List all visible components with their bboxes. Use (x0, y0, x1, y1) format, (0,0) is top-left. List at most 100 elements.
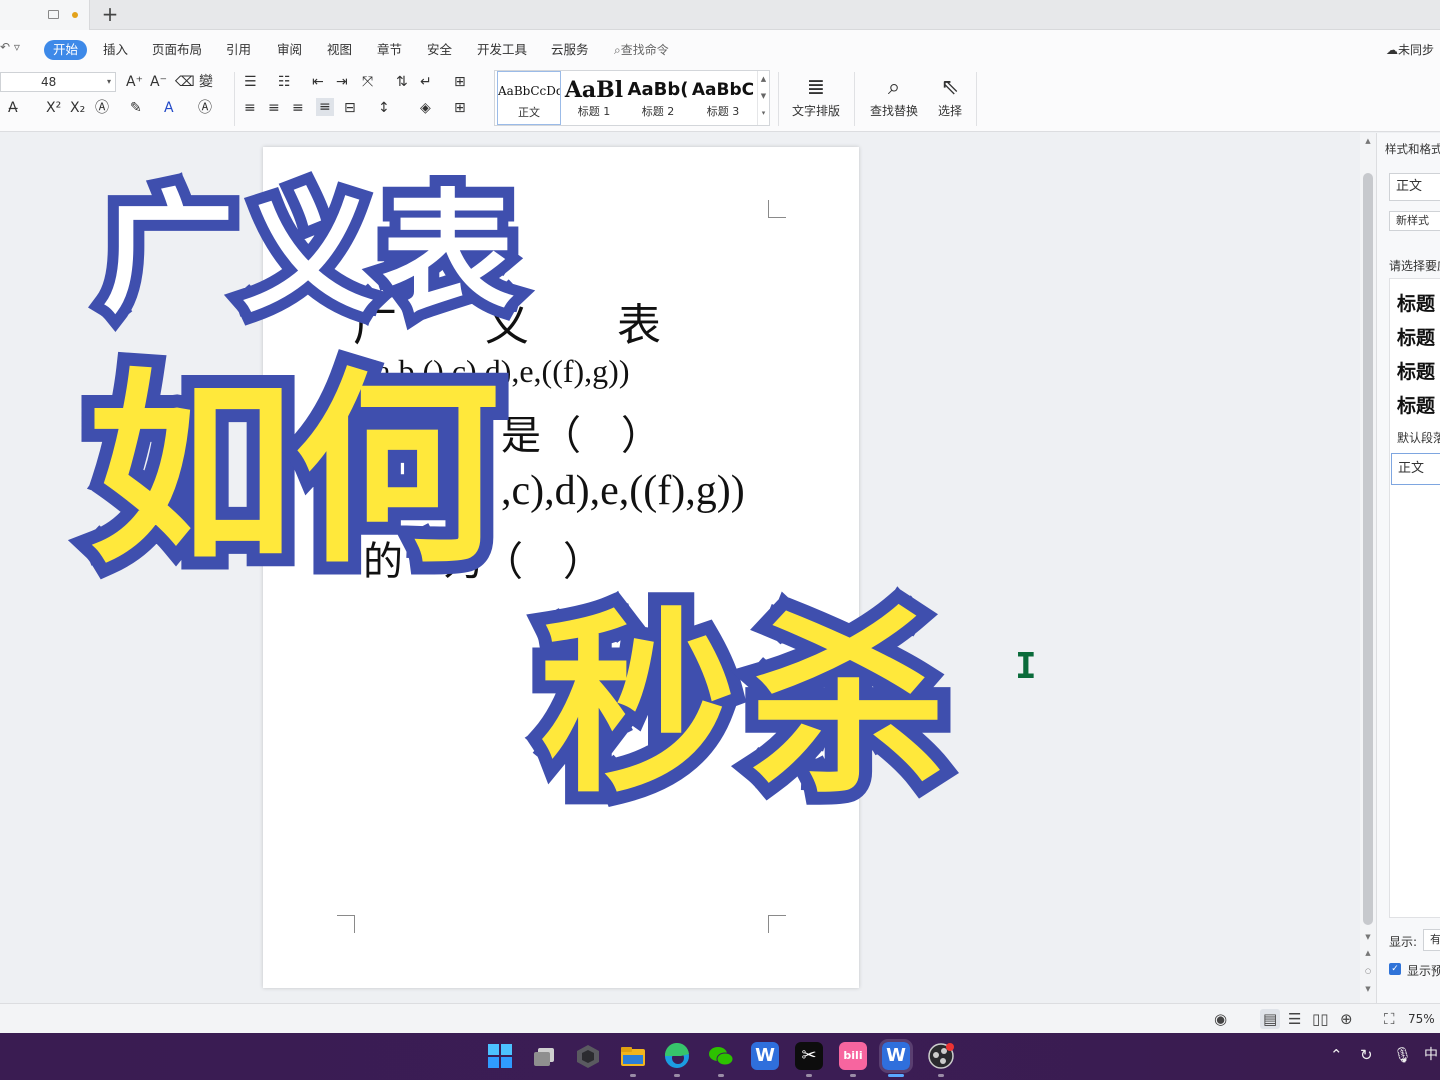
align-right-icon[interactable]: ≡ (292, 100, 304, 116)
sync-status[interactable]: ☁未同步 (1386, 40, 1434, 60)
style-list-item[interactable]: 默认段落字体 (1397, 429, 1440, 446)
web-view-icon[interactable]: ⊕ (1340, 1009, 1353, 1029)
next-page-icon[interactable]: ▼ (1360, 985, 1376, 993)
taskbar-obs[interactable] (927, 1042, 955, 1070)
style-list-item[interactable]: 标题 (1397, 323, 1435, 350)
decrease-indent-icon[interactable]: ⇤ (312, 74, 324, 90)
zoom-level[interactable]: 75% (1408, 1011, 1435, 1027)
style-normal[interactable]: AaBbCcDd 正文 (497, 71, 561, 125)
menu-section[interactable]: 章节 (377, 40, 402, 60)
para-mark-icon[interactable]: ↵ (420, 74, 432, 90)
checkbox-checked-icon[interactable]: ✓ (1389, 963, 1401, 975)
numbered-list-icon[interactable]: ☷ (278, 74, 291, 90)
clear-format-icon[interactable]: ⌫ (175, 74, 195, 90)
subscript-icon[interactable]: X₂ (70, 100, 85, 116)
text-effect-icon[interactable]: Ⓐ (95, 100, 109, 116)
new-tab-button[interactable]: + (100, 2, 120, 28)
document-tab[interactable] (0, 0, 90, 30)
wechat-icon (709, 1047, 734, 1066)
shading-icon[interactable]: ◈ (420, 100, 431, 116)
style-heading-3[interactable]: AaBbC 标题 3 (691, 71, 755, 125)
line-spacing-icon[interactable]: ↕ (378, 100, 390, 116)
select-button[interactable]: ⇖ 选择 (932, 72, 968, 118)
style-name: 标题 3 (706, 105, 740, 118)
taskbar-capcut[interactable]: ✂ (795, 1042, 823, 1070)
outline-view-icon[interactable]: ☰ (1288, 1009, 1301, 1029)
scroll-down-icon[interactable]: ▼ (1360, 933, 1376, 941)
shrink-font-icon[interactable]: A⁻ (150, 74, 167, 90)
align-left-icon[interactable]: ≡ (244, 100, 256, 116)
font-color-icon[interactable]: A (164, 100, 174, 116)
text-cursor-icon: I (1015, 646, 1037, 687)
align-center-icon[interactable]: ≡ (268, 100, 280, 116)
taskbar-wps-writer[interactable]: W (751, 1042, 779, 1070)
menu-cloud[interactable]: 云服务 (551, 40, 589, 60)
sort-icon[interactable]: ⇅ (396, 74, 408, 90)
taskbar-app-cube[interactable] (574, 1042, 602, 1070)
command-search[interactable]: ⌕查找命令 (614, 40, 669, 60)
taskbar-file-explorer[interactable] (619, 1042, 647, 1070)
menu-page-layout[interactable]: 页面布局 (152, 40, 202, 60)
text-layout-icon: ≣ (806, 75, 826, 100)
tray-expand-icon[interactable]: ⌃ (1330, 1045, 1343, 1065)
justify-icon[interactable]: ≡ (316, 98, 334, 116)
unsaved-dot-icon (72, 12, 78, 18)
microphone-icon[interactable]: 🎙 (1393, 1045, 1412, 1065)
highlight-icon[interactable]: ✎ (130, 100, 142, 116)
bullet-list-icon[interactable]: ☰ (244, 74, 257, 90)
scroll-thumb[interactable] (1363, 173, 1373, 925)
find-replace-button[interactable]: ⌕ 查找替换 (864, 72, 924, 118)
gallery-scroll[interactable]: ▲ ▼ ▾ (757, 71, 769, 125)
chinese-layout-icon[interactable]: ⤧ (362, 74, 373, 90)
style-heading-1[interactable]: AaBl 标题 1 (563, 71, 625, 125)
magnifier-icon: ⌕ (887, 75, 901, 100)
margin-corner-mark (337, 915, 355, 933)
fit-page-icon[interactable]: ⛶ (1384, 1009, 1395, 1029)
phonetic-icon[interactable]: 變 (199, 74, 213, 90)
increase-indent-icon[interactable]: ⇥ (336, 74, 348, 90)
char-border-icon[interactable]: Ⓐ (198, 100, 212, 116)
start-button[interactable] (486, 1042, 514, 1070)
table-icon[interactable]: ⊞ (454, 74, 466, 90)
borders-icon[interactable]: ⊞ (454, 100, 466, 116)
eye-protection-icon[interactable]: ◉ (1214, 1009, 1227, 1029)
browse-object-icon[interactable]: ○ (1360, 967, 1376, 975)
reading-view-icon[interactable]: ▯▯ (1312, 1009, 1329, 1029)
strikethrough-icon[interactable]: A̶ (8, 100, 18, 116)
taskbar-wechat[interactable] (707, 1042, 735, 1070)
quick-access-icons[interactable]: ↶ ▿ (0, 40, 20, 54)
grow-font-icon[interactable]: A⁺ (126, 74, 143, 90)
menu-references[interactable]: 引用 (226, 40, 251, 60)
current-style-box[interactable]: 正文 (1389, 173, 1440, 201)
taskbar-wps-active[interactable]: W (879, 1039, 913, 1073)
task-view-button[interactable] (530, 1042, 558, 1070)
superscript-icon[interactable]: X² (46, 100, 61, 116)
menu-security[interactable]: 安全 (427, 40, 452, 60)
style-list-item-selected[interactable]: 正文 (1391, 453, 1440, 485)
scroll-up-icon[interactable]: ▲ (1360, 137, 1376, 145)
taskbar-edge[interactable] (663, 1042, 691, 1070)
style-list-item[interactable]: 标题 (1397, 357, 1435, 384)
new-style-button[interactable]: 新样式 (1389, 211, 1440, 231)
page-view-icon[interactable]: ▤ (1260, 1009, 1281, 1029)
display-select[interactable]: 有效样式 (1423, 929, 1440, 951)
vertical-scrollbar[interactable]: ▲ ▼ ▲ ○ ▼ (1360, 133, 1376, 1003)
style-list-item[interactable]: 标题 (1397, 391, 1435, 418)
style-heading-2[interactable]: AaBb( 标题 2 (627, 71, 689, 125)
menu-review[interactable]: 审阅 (277, 40, 302, 60)
menu-view[interactable]: 视图 (327, 40, 352, 60)
tray-sync-icon[interactable]: ↻ (1360, 1045, 1373, 1065)
input-method-indicator[interactable]: 中 (1424, 1045, 1438, 1065)
taskbar-bilibili[interactable]: bili (839, 1042, 867, 1070)
menu-home[interactable]: 开始 (44, 40, 88, 60)
menu-insert[interactable]: 插入 (103, 40, 128, 60)
text-layout-button[interactable]: ≣ 文字排版 (786, 72, 846, 118)
taskbar: W ✂ bili W ⌃ ↻ 🎙 中 (0, 1033, 1440, 1080)
style-gallery[interactable]: AaBbCcDd 正文 AaBl 标题 1 AaBb( 标题 2 AaBbC 标… (494, 70, 770, 126)
style-list-item[interactable]: 标题 (1397, 289, 1435, 316)
prev-page-icon[interactable]: ▲ (1360, 949, 1376, 957)
font-size-combo[interactable]: 48 ▾ (0, 72, 116, 92)
font-size-value: 48 (41, 75, 57, 89)
menu-developer[interactable]: 开发工具 (477, 40, 527, 60)
distribute-icon[interactable]: ⊟ (344, 100, 356, 116)
